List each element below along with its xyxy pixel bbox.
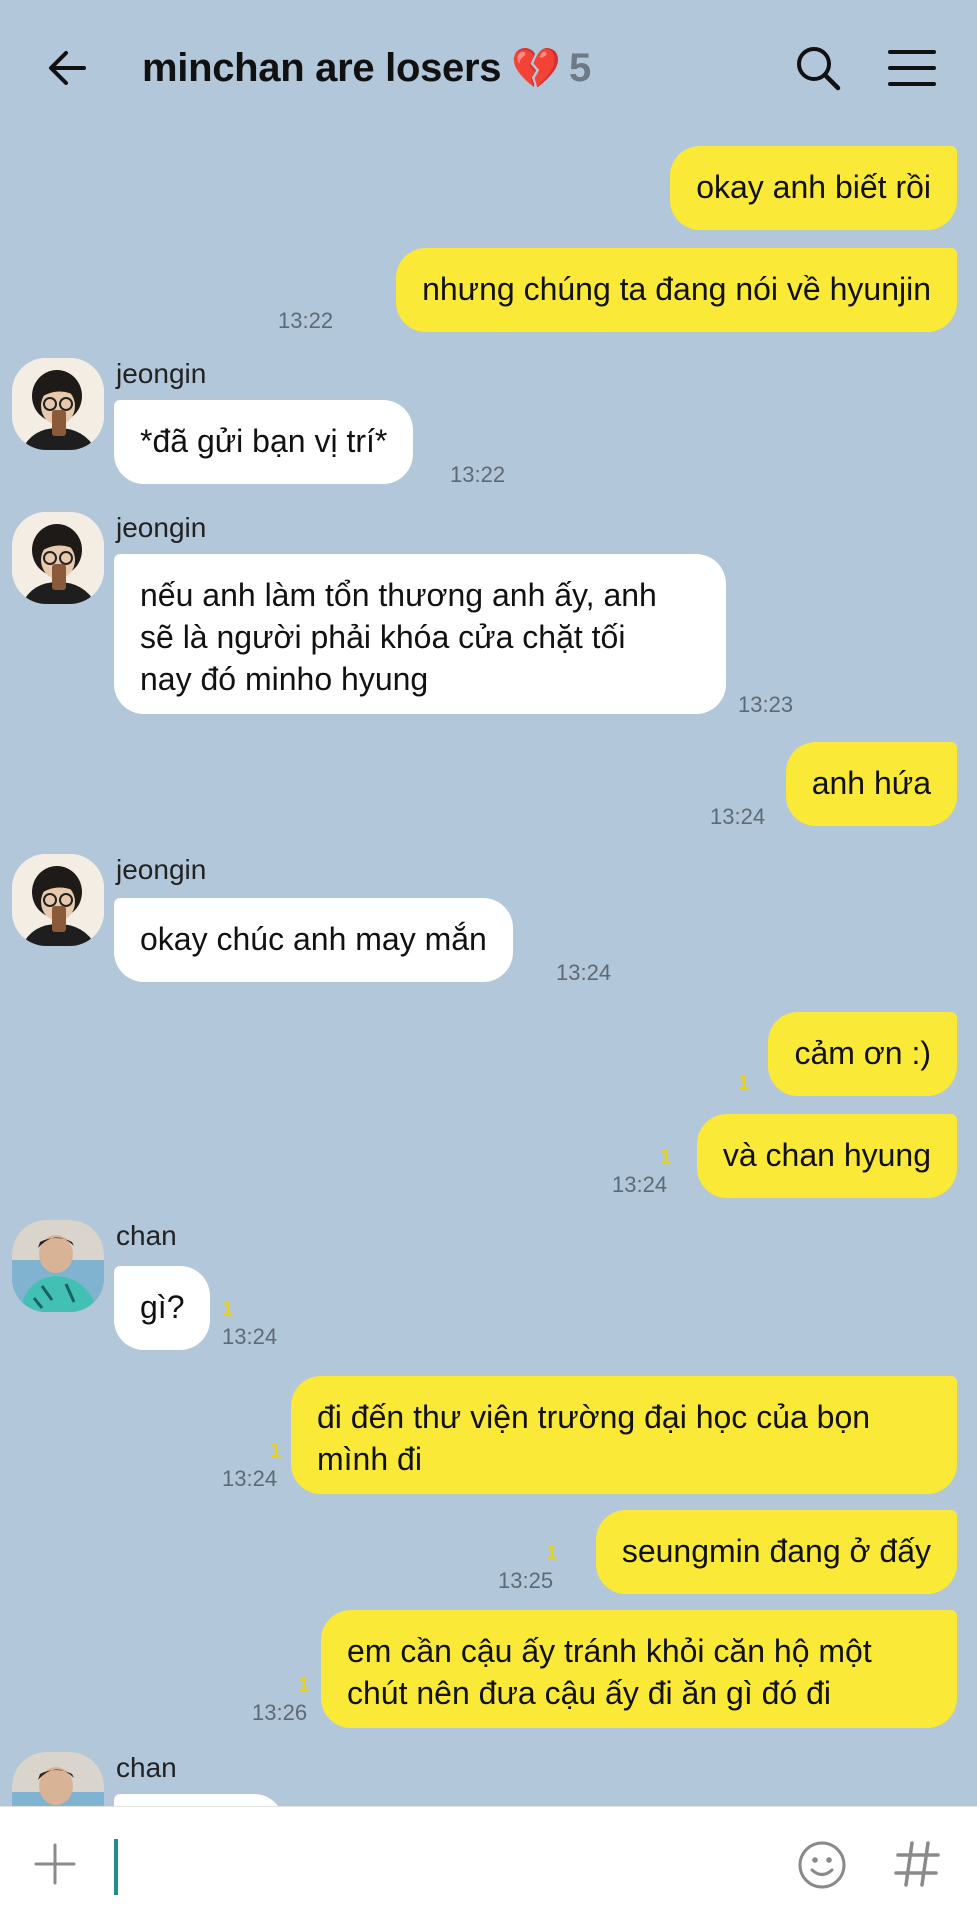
sender-name: jeongin [116, 358, 207, 389]
chat-title: minchan are losers [142, 45, 502, 90]
incoming-message[interactable]: okay chúc anh may mắn [114, 898, 513, 982]
search-button[interactable] [790, 40, 846, 96]
message-time: 13:26 [252, 1700, 308, 1725]
unread-count: 1 [738, 1072, 750, 1094]
message-list[interactable]: okay anh biết rồi nhưng chúng ta đang nó… [0, 136, 977, 1806]
sender-name: chan [116, 1220, 177, 1251]
outgoing-message[interactable]: seungmin đang ở đấy [595, 1510, 957, 1594]
emoji-button[interactable] [796, 1839, 848, 1891]
avatar-jeongin[interactable] [12, 854, 104, 946]
unread-count: 1 [298, 1674, 310, 1696]
profile-photo-icon [12, 854, 104, 946]
back-button[interactable] [40, 40, 96, 96]
unread-count: 1 [270, 1440, 282, 1462]
broken-heart-emoji: 💔 [511, 46, 562, 91]
message-time: 13:25 [498, 1568, 554, 1593]
avatar-jeongin[interactable] [12, 358, 104, 450]
incoming-message[interactable]: gì? [114, 1266, 211, 1350]
profile-photo-icon [12, 1752, 104, 1806]
profile-photo-icon [12, 1220, 104, 1312]
avatar-jeongin[interactable] [12, 512, 104, 604]
menu-button[interactable] [884, 40, 940, 96]
avatar-chan[interactable] [12, 1752, 104, 1806]
message-input[interactable] [108, 1835, 768, 1893]
chat-header: minchan are losers 💔 5 [0, 0, 977, 136]
message-time: 13:24 [556, 960, 612, 985]
message-time: 13:22 [278, 308, 334, 333]
message-time: 13:22 [450, 462, 506, 487]
hamburger-menu-icon [888, 50, 936, 86]
avatar-chan[interactable] [12, 1220, 104, 1312]
outgoing-message[interactable]: nhưng chúng ta đang nói về hyunjin [396, 248, 957, 332]
message-input-bar [0, 1806, 977, 1920]
message-time: 13:24 [222, 1466, 278, 1491]
message-time: 13:24 [612, 1172, 668, 1197]
outgoing-message[interactable]: đi đến thư viện trường đại học của bọn m… [291, 1376, 957, 1494]
unread-count: 1 [546, 1542, 558, 1564]
incoming-message[interactable]: nếu anh làm tổn thương anh ấy, anh sẽ là… [114, 554, 726, 714]
sender-name: jeongin [116, 854, 207, 885]
hashtag-button[interactable] [892, 1837, 942, 1891]
outgoing-message[interactable]: và chan hyung [696, 1114, 957, 1198]
message-time: 13:23 [738, 692, 794, 717]
hashtag-icon [894, 1841, 940, 1887]
search-icon [797, 47, 841, 91]
sender-name: chan [116, 1752, 177, 1783]
plus-icon [34, 1843, 76, 1885]
incoming-message[interactable]: *đã gửi bạn vị trí* [114, 400, 414, 484]
profile-photo-icon [12, 512, 104, 604]
outgoing-message[interactable]: em cần cậu ấy tránh khỏi căn hộ một chút… [321, 1610, 957, 1728]
text-caret [114, 1839, 118, 1895]
outgoing-message[interactable]: anh hứa [785, 742, 957, 826]
profile-photo-icon [12, 358, 104, 450]
incoming-message[interactable] [114, 1794, 284, 1806]
message-time: 13:24 [222, 1324, 278, 1349]
message-time: 13:24 [710, 804, 766, 829]
sender-name: jeongin [116, 512, 207, 543]
member-count: 5 [569, 45, 592, 90]
attach-button[interactable] [30, 1839, 80, 1889]
unread-count: 1 [222, 1298, 234, 1320]
outgoing-message[interactable]: cảm ơn :) [768, 1012, 957, 1096]
unread-count: 1 [660, 1146, 672, 1168]
arrow-left-icon [49, 51, 86, 85]
smiley-icon [798, 1841, 846, 1889]
outgoing-message[interactable]: okay anh biết rồi [670, 146, 957, 230]
chat-title-area[interactable]: minchan are losers 💔 5 [142, 40, 591, 96]
